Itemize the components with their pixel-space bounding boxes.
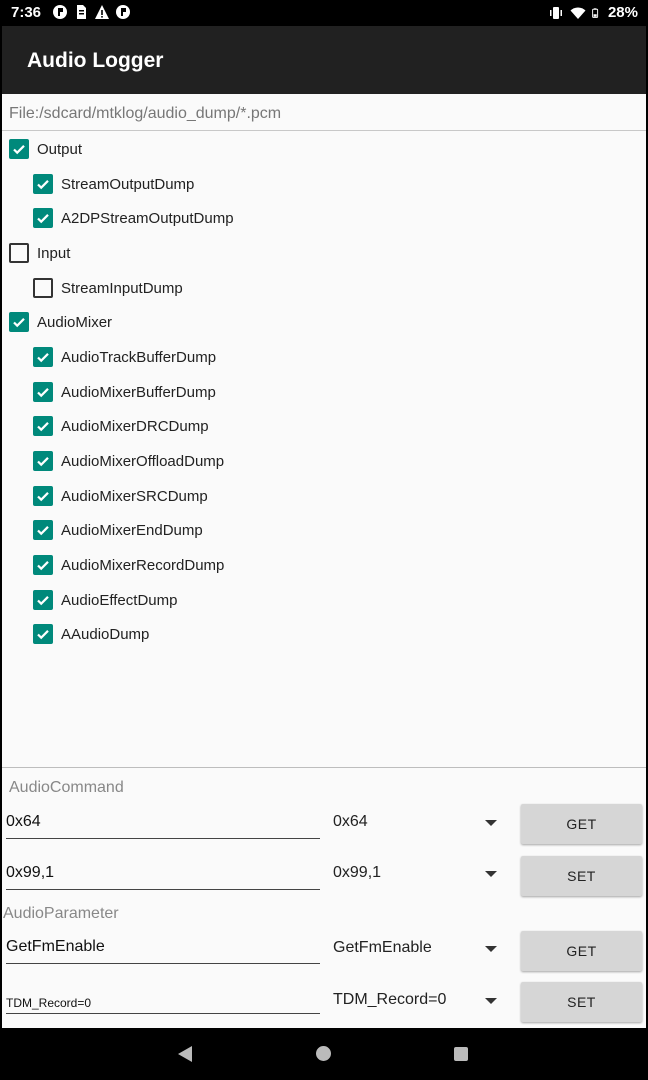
dropdown-arrow-icon <box>485 820 497 826</box>
notification-app-icon <box>53 5 67 19</box>
checkbox-audio-mixer-buffer-dump[interactable]: AudioMixerBufferDump <box>33 377 216 407</box>
spinner-value: 0x64 <box>333 813 368 830</box>
checkbox-audio-mixer-record-dump[interactable]: AudioMixerRecordDump <box>33 550 224 580</box>
checkbox-checked-icon[interactable] <box>33 555 53 575</box>
audio-command-input-1[interactable]: 0x64 <box>6 811 320 839</box>
wifi-icon <box>570 7 586 19</box>
checkbox-unchecked-icon[interactable] <box>9 243 29 263</box>
checkbox-checked-icon[interactable] <box>9 312 29 332</box>
checkbox-label: Input <box>37 244 71 262</box>
checkbox-audio-effect-dump[interactable]: AudioEffectDump <box>33 585 177 615</box>
checkbox-label: A2DPStreamOutputDump <box>61 209 234 227</box>
status-right: 28% <box>548 4 638 21</box>
audio-command-spinner-2[interactable]: 0x99,1 <box>333 862 503 890</box>
checkbox-label: AudioMixerBufferDump <box>61 383 216 401</box>
navigation-bar <box>0 1028 648 1080</box>
checkbox-checked-icon[interactable] <box>33 208 53 228</box>
recents-icon[interactable] <box>454 1047 468 1061</box>
checkbox-checked-icon[interactable] <box>33 486 53 506</box>
spinner-value: 0x99,1 <box>333 864 382 881</box>
warning-icon <box>95 5 109 19</box>
audio-parameter-input-1[interactable]: GetFmEnable <box>6 936 320 964</box>
checkbox-label: AudioMixer <box>37 313 113 331</box>
checkbox-label: Output <box>37 140 83 158</box>
checkbox-stream-output-dump[interactable]: StreamOutputDump <box>33 169 194 199</box>
checkbox-audio-mixer-end-dump[interactable]: AudioMixerEndDump <box>33 515 203 545</box>
checkbox-unchecked-icon[interactable] <box>33 278 53 298</box>
divider <box>2 767 646 768</box>
audio-command-spinner-1[interactable]: 0x64 <box>333 811 503 839</box>
back-icon[interactable] <box>178 1046 192 1062</box>
status-bar: 7:36 28% <box>0 0 648 26</box>
audio-parameter-spinner-1[interactable]: GetFmEnable <box>333 937 503 965</box>
audio-command-set-button[interactable]: SET <box>521 856 642 896</box>
audio-parameter-input-2[interactable]: TDM_Record=0 <box>6 986 320 1014</box>
divider <box>2 130 646 131</box>
dropdown-arrow-icon <box>485 998 497 1004</box>
spinner-value: GetFmEnable <box>333 939 432 956</box>
checkbox-label: AudioEffectDump <box>61 591 178 609</box>
checkbox-label: AudioMixerSRCDump <box>61 487 208 505</box>
vibrate-icon <box>549 6 562 19</box>
checkbox-audio-mixer-src-dump[interactable]: AudioMixerSRCDump <box>33 481 208 511</box>
sd-card-icon <box>77 5 86 19</box>
checkbox-checked-icon[interactable] <box>9 139 29 159</box>
checkbox-label: AudioMixerEndDump <box>61 521 203 539</box>
checkbox-audio-mixer-drc-dump[interactable]: AudioMixerDRCDump <box>33 411 209 441</box>
status-time: 7:36 <box>11 4 42 21</box>
home-icon[interactable] <box>316 1046 331 1061</box>
checkbox-label: AudioMixerRecordDump <box>61 556 225 574</box>
spinner-value: TDM_Record=0 <box>333 991 447 1008</box>
checkbox-checked-icon[interactable] <box>33 416 53 436</box>
checkbox-checked-icon[interactable] <box>33 451 53 471</box>
checkbox-stream-input-dump[interactable]: StreamInputDump <box>33 273 183 303</box>
checkbox-aaudio-dump[interactable]: AAudioDump <box>33 619 149 649</box>
dump-path: File:/sdcard/mtklog/audio_dump/*.pcm <box>9 105 282 122</box>
checkbox-output[interactable]: Output <box>9 134 82 164</box>
audio-command-get-button[interactable]: GET <box>521 804 642 844</box>
app-window: Audio Logger File:/sdcard/mtklog/audio_d… <box>2 26 646 1028</box>
checkbox-input[interactable]: Input <box>9 238 70 268</box>
checkbox-checked-icon[interactable] <box>33 174 53 194</box>
battery-icon <box>592 7 599 18</box>
checkbox-label: StreamOutputDump <box>61 175 195 193</box>
notification-icons <box>52 4 131 20</box>
checkbox-label: AAudioDump <box>61 625 150 643</box>
dropdown-arrow-icon <box>485 871 497 877</box>
notification-app-icon-2 <box>116 5 130 19</box>
audio-command-input-2[interactable]: 0x99,1 <box>6 862 320 890</box>
dropdown-arrow-icon <box>485 946 497 952</box>
checkbox-checked-icon[interactable] <box>33 347 53 367</box>
audio-parameter-label: AudioParameter <box>3 905 119 922</box>
checkbox-label: StreamInputDump <box>61 279 183 297</box>
battery-percent: 28% <box>607 4 638 21</box>
checkbox-audio-mixer[interactable]: AudioMixer <box>9 307 112 337</box>
checkbox-checked-icon[interactable] <box>33 382 53 402</box>
checkbox-a2dp-stream-output-dump[interactable]: A2DPStreamOutputDump <box>33 203 234 233</box>
app-title: Audio Logger <box>27 49 164 72</box>
audio-parameter-spinner-2[interactable]: TDM_Record=0 <box>333 989 503 1017</box>
audio-parameter-set-button[interactable]: SET <box>521 982 642 1022</box>
checkbox-checked-icon[interactable] <box>33 590 53 610</box>
checkbox-label: AudioMixerDRCDump <box>61 417 209 435</box>
app-bar: Audio Logger <box>2 26 646 94</box>
checkbox-audio-mixer-offload-dump[interactable]: AudioMixerOffloadDump <box>33 446 224 476</box>
checkbox-label: AudioTrackBufferDump <box>61 348 217 366</box>
audio-command-label: AudioCommand <box>9 779 124 796</box>
checkbox-audio-track-buffer-dump[interactable]: AudioTrackBufferDump <box>33 342 216 372</box>
checkbox-checked-icon[interactable] <box>33 624 53 644</box>
checkbox-label: AudioMixerOffloadDump <box>61 452 225 470</box>
audio-parameter-get-button[interactable]: GET <box>521 931 642 971</box>
checkbox-checked-icon[interactable] <box>33 520 53 540</box>
